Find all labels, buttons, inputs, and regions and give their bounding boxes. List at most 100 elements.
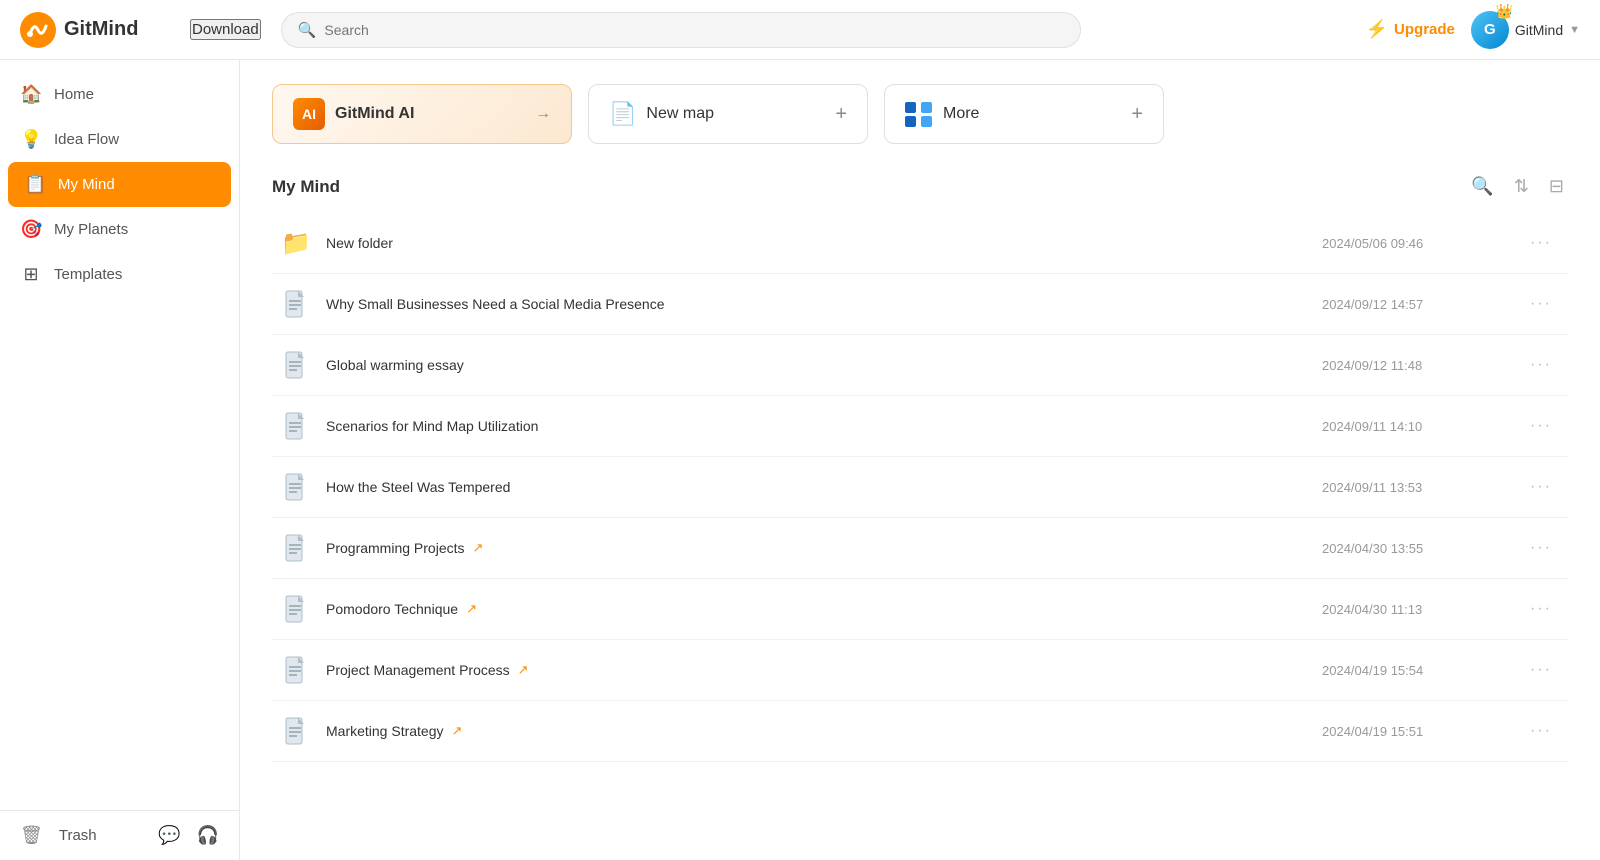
file-date: 2024/05/06 09:46 xyxy=(1322,236,1522,251)
file-date: 2024/04/30 11:13 xyxy=(1322,602,1522,617)
more-card[interactable]: More + xyxy=(884,84,1164,144)
file-name: Scenarios for Mind Map Utilization xyxy=(326,418,1322,434)
file-more-button[interactable]: ··· xyxy=(1522,535,1560,561)
table-row[interactable]: Pomodoro Technique↗2024/04/30 11:13··· xyxy=(272,579,1568,640)
file-date: 2024/09/12 11:48 xyxy=(1322,358,1522,373)
user-menu[interactable]: G 👑 GitMind ▼ xyxy=(1471,11,1580,49)
file-more-button[interactable]: ··· xyxy=(1522,474,1560,500)
file-name: Why Small Businesses Need a Social Media… xyxy=(326,296,1322,312)
share-icon: ↗ xyxy=(518,662,529,678)
trash-label[interactable]: Trash xyxy=(59,827,142,844)
ai-card-label: GitMind AI xyxy=(335,105,414,123)
sidebar-bottom: 🗑 Trash 💬 🎧 xyxy=(0,810,239,860)
section-actions: 🔍 ⇅ ⊟ xyxy=(1467,172,1568,201)
section-header: My Mind 🔍 ⇅ ⊟ xyxy=(272,172,1568,201)
file-name: New folder xyxy=(326,235,1322,251)
view-toggle-icon[interactable]: ⊟ xyxy=(1545,172,1568,201)
main-layout: 🏠 Home 💡 Idea Flow 📋 My Mind 🎯 My Planet… xyxy=(0,60,1600,860)
doc-icon xyxy=(280,715,312,747)
search-bar[interactable]: 🔍 xyxy=(281,12,1081,48)
more-plus-icon: + xyxy=(1131,103,1143,126)
new-map-label: New map xyxy=(646,105,714,123)
table-row[interactable]: Marketing Strategy↗2024/04/19 15:51··· xyxy=(272,701,1568,762)
doc-icon xyxy=(280,471,312,503)
file-more-button[interactable]: ··· xyxy=(1522,657,1560,683)
share-icon: ↗ xyxy=(452,723,463,739)
file-list: 📁New folder2024/05/06 09:46···Why Small … xyxy=(272,213,1568,762)
idea-flow-icon: 💡 xyxy=(20,129,42,150)
new-map-card[interactable]: 📄 New map + xyxy=(588,84,868,144)
sidebar-item-my-mind[interactable]: 📋 My Mind xyxy=(8,162,231,207)
upgrade-button[interactable]: ⚡ Upgrade xyxy=(1366,19,1455,40)
sidebar-item-my-mind-label: My Mind xyxy=(58,176,115,193)
my-mind-icon: 📋 xyxy=(24,174,46,195)
ai-icon: AI xyxy=(293,98,325,130)
file-name: Pomodoro Technique↗ xyxy=(326,601,1322,617)
file-date: 2024/04/19 15:51 xyxy=(1322,724,1522,739)
more-grid-icon xyxy=(905,102,933,127)
new-map-doc-icon: 📄 xyxy=(609,101,636,127)
table-row[interactable]: Project Management Process↗2024/04/19 15… xyxy=(272,640,1568,701)
search-files-icon[interactable]: 🔍 xyxy=(1467,172,1497,201)
table-row[interactable]: Why Small Businesses Need a Social Media… xyxy=(272,274,1568,335)
doc-icon xyxy=(280,288,312,320)
templates-icon: ⊞ xyxy=(20,264,42,285)
file-more-button[interactable]: ··· xyxy=(1522,291,1560,317)
ai-card-left: AI GitMind AI xyxy=(293,98,414,130)
gitmind-ai-card[interactable]: AI GitMind AI → xyxy=(272,84,572,144)
table-row[interactable]: 📁 New folder2024/05/06 09:46··· xyxy=(272,213,1568,274)
sort-icon[interactable]: ⇅ xyxy=(1510,172,1533,201)
search-input[interactable] xyxy=(324,22,1063,38)
doc-icon xyxy=(280,410,312,442)
sidebar-item-my-planets[interactable]: 🎯 My Planets xyxy=(0,207,239,252)
trash-icon[interactable]: 🗑 xyxy=(20,825,43,846)
file-date: 2024/09/11 14:10 xyxy=(1322,419,1522,434)
file-date: 2024/09/11 13:53 xyxy=(1322,480,1522,495)
file-more-button[interactable]: ··· xyxy=(1522,230,1560,256)
home-icon: 🏠 xyxy=(20,84,42,105)
topbar-right: ⚡ Upgrade G 👑 GitMind ▼ xyxy=(1366,11,1580,49)
file-name: Marketing Strategy↗ xyxy=(326,723,1322,739)
file-name: Global warming essay xyxy=(326,357,1322,373)
file-more-button[interactable]: ··· xyxy=(1522,718,1560,744)
table-row[interactable]: How the Steel Was Tempered2024/09/11 13:… xyxy=(272,457,1568,518)
file-more-button[interactable]: ··· xyxy=(1522,413,1560,439)
my-planets-icon: 🎯 xyxy=(20,219,42,240)
folder-icon: 📁 xyxy=(280,227,312,259)
sidebar-item-idea-flow[interactable]: 💡 Idea Flow xyxy=(0,117,239,162)
file-more-button[interactable]: ··· xyxy=(1522,596,1560,622)
doc-icon xyxy=(280,654,312,686)
headset-icon[interactable]: 🎧 xyxy=(197,825,219,846)
sidebar: 🏠 Home 💡 Idea Flow 📋 My Mind 🎯 My Planet… xyxy=(0,60,240,860)
more-left: More xyxy=(905,102,979,127)
chevron-down-icon: ▼ xyxy=(1569,24,1580,36)
share-icon: ↗ xyxy=(466,601,477,617)
share-icon: ↗ xyxy=(473,540,484,556)
content-area: AI GitMind AI → 📄 New map + xyxy=(240,60,1600,860)
upgrade-icon: ⚡ xyxy=(1366,19,1388,40)
sidebar-nav: 🏠 Home 💡 Idea Flow 📋 My Mind 🎯 My Planet… xyxy=(0,60,239,810)
chat-icon[interactable]: 💬 xyxy=(158,825,180,846)
logo[interactable]: GitMind xyxy=(20,12,170,48)
file-more-button[interactable]: ··· xyxy=(1522,352,1560,378)
sidebar-item-home[interactable]: 🏠 Home xyxy=(0,72,239,117)
new-map-left: 📄 New map xyxy=(609,101,714,127)
table-row[interactable]: Global warming essay2024/09/12 11:48··· xyxy=(272,335,1568,396)
more-label: More xyxy=(943,105,979,123)
new-map-plus-icon: + xyxy=(835,103,847,126)
search-icon: 🔍 xyxy=(298,21,317,39)
doc-icon xyxy=(280,593,312,625)
sidebar-item-templates[interactable]: ⊞ Templates xyxy=(0,252,239,297)
file-date: 2024/04/30 13:55 xyxy=(1322,541,1522,556)
section-title: My Mind xyxy=(272,177,340,197)
sidebar-item-idea-flow-label: Idea Flow xyxy=(54,131,119,148)
quick-actions: AI GitMind AI → 📄 New map + xyxy=(272,84,1568,144)
download-button[interactable]: Download xyxy=(190,19,261,40)
table-row[interactable]: Scenarios for Mind Map Utilization2024/0… xyxy=(272,396,1568,457)
crown-icon: 👑 xyxy=(1495,3,1512,20)
upgrade-label: Upgrade xyxy=(1394,21,1455,38)
file-date: 2024/09/12 14:57 xyxy=(1322,297,1522,312)
table-row[interactable]: Programming Projects↗2024/04/30 13:55··· xyxy=(272,518,1568,579)
file-name: Programming Projects↗ xyxy=(326,540,1322,556)
avatar-initial: G xyxy=(1484,21,1496,38)
